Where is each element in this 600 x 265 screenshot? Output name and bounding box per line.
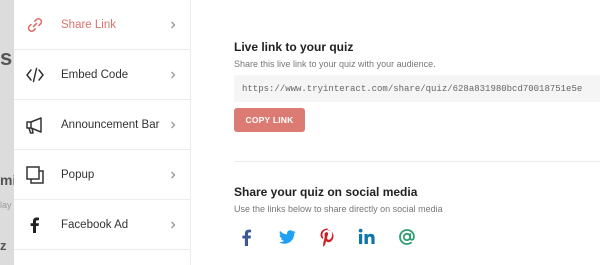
sidebar-item-announcement-bar[interactable]: Announcement Bar — [14, 100, 190, 150]
share-url-field[interactable]: https://www.tryinteract.com/share/quiz/6… — [234, 75, 600, 102]
sidebar-item-label: Facebook Ad — [61, 218, 129, 231]
facebook-share-icon[interactable] — [236, 226, 258, 248]
chevron-right-icon — [168, 170, 178, 180]
megaphone-icon — [24, 114, 46, 136]
background-text-fragment: s — [0, 45, 13, 70]
chevron-right-icon — [168, 20, 178, 30]
sidebar-item-label: Popup — [61, 168, 95, 181]
sidebar-item-share-link[interactable]: Share Link — [14, 0, 190, 50]
sidebar-item-label: Share Link — [61, 18, 116, 31]
twitter-share-icon[interactable] — [276, 226, 298, 248]
background-text-fragment: lay — [0, 200, 12, 210]
live-link-title: Live link to your quiz — [234, 40, 354, 54]
section-divider — [234, 161, 600, 162]
copy-link-button[interactable]: COPY LINK — [234, 108, 305, 132]
background-text-fragment: z — [0, 238, 7, 253]
social-section: Share your quiz on social media Use the … — [234, 185, 443, 214]
background-app-edge — [0, 0, 14, 265]
share-content: Live link to your quiz Share this live l… — [234, 0, 600, 265]
social-title: Share your quiz on social media — [234, 185, 418, 199]
link-icon — [24, 14, 46, 36]
sidebar-item-popup[interactable]: Popup — [14, 150, 190, 200]
sidebar-item-label: Embed Code — [61, 68, 129, 81]
social-share-icons — [236, 226, 436, 248]
chevron-right-icon — [168, 120, 178, 130]
chevron-right-icon — [168, 220, 178, 230]
popup-icon — [24, 164, 46, 186]
sidebar-item-label: Announcement Bar — [61, 118, 160, 131]
facebook-icon — [24, 214, 46, 236]
share-sidebar: Share Link Embed Code Announcement Bar P… — [14, 0, 191, 265]
sidebar-item-facebook-ad[interactable]: Facebook Ad — [14, 200, 190, 250]
social-subtitle: Use the links below to share directly on… — [234, 204, 443, 214]
linkedin-share-icon[interactable] — [356, 226, 378, 248]
live-link-section: Live link to your quiz Share this live l… — [234, 40, 436, 69]
chevron-right-icon — [168, 70, 178, 80]
sidebar-item-embed-code[interactable]: Embed Code — [14, 50, 190, 100]
share-modal: Share Link Embed Code Announcement Bar P… — [14, 0, 600, 265]
pinterest-share-icon[interactable] — [316, 226, 338, 248]
code-icon — [24, 64, 46, 86]
email-share-icon[interactable] — [396, 226, 418, 248]
live-link-subtitle: Share this live link to your quiz with y… — [234, 59, 436, 69]
